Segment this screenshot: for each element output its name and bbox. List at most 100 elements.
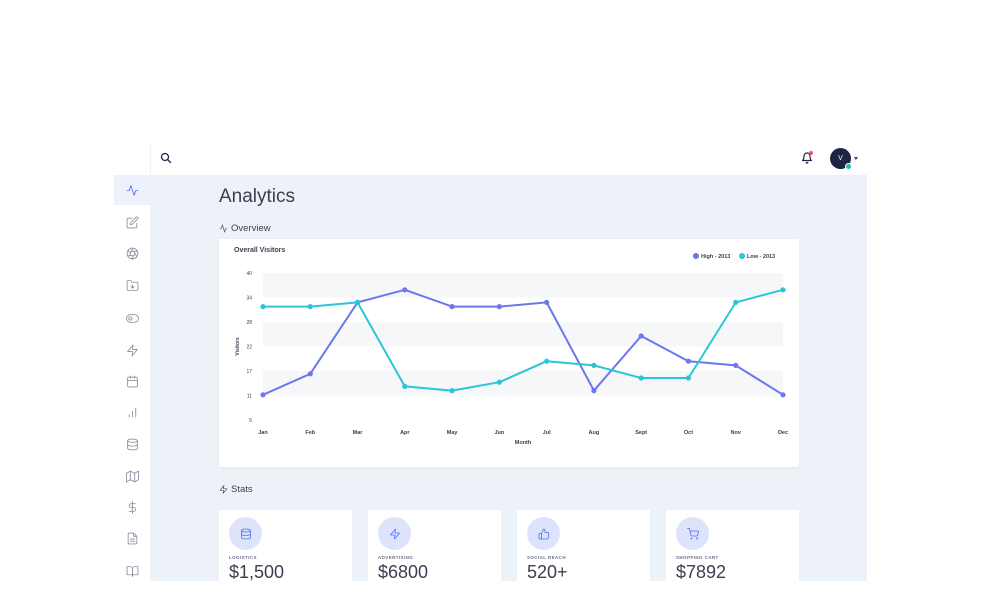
database-icon: [126, 438, 138, 450]
stat-value: $6800: [378, 562, 429, 582]
data-point: [591, 362, 597, 368]
chevron-down-icon[interactable]: [854, 157, 858, 160]
sidebar-item-aperture[interactable]: [117, 238, 147, 268]
legend-label: High - 2013: [701, 254, 730, 260]
data-point: [402, 287, 408, 293]
stat-value: $1,500: [229, 562, 285, 582]
stat-icon-circle: [378, 517, 411, 550]
x-tick-label: Nov: [731, 430, 742, 436]
sidebar-item-activity[interactable]: [114, 175, 150, 205]
x-tick-label: Apr: [400, 430, 410, 436]
stat-card-advertising: ADVERTISING $6800: [368, 510, 501, 590]
file-icon: [127, 532, 137, 544]
x-tick-label: Feb: [305, 430, 315, 436]
sidebar-item-toggle[interactable]: [117, 303, 147, 333]
bar-chart-icon: [128, 407, 136, 417]
sidebar: [114, 142, 151, 581]
book-icon: [126, 565, 138, 577]
y-tick-label: 22: [246, 345, 252, 351]
data-point: [449, 304, 455, 310]
stat-card-shopping-cart: SHOPPING CART $7892: [666, 510, 799, 590]
page-title: Analytics: [219, 186, 296, 207]
chart-card: Overall Visitors 40 34 28 22 17 11 5 Jan Feb Mar A…: [219, 239, 799, 467]
zap-icon: [219, 485, 228, 494]
stat-label: LOGISTICS: [229, 555, 257, 560]
x-tick-label: Jun: [494, 430, 504, 436]
calendar-icon: [126, 375, 138, 387]
stat-icon-circle: [527, 517, 560, 550]
overview-heading: Overview: [219, 223, 271, 234]
data-point: [260, 392, 266, 398]
zap-icon: [389, 528, 400, 539]
edit-icon: [126, 216, 138, 228]
y-axis-title: Visitors: [235, 337, 241, 355]
y-tick-label: 40: [246, 271, 252, 277]
legend-marker: [739, 253, 745, 259]
data-point: [780, 392, 786, 398]
x-tick-label: Dec: [778, 430, 788, 436]
data-point: [496, 379, 502, 385]
sidebar-item-database[interactable]: [117, 429, 147, 459]
grid-band: [263, 371, 783, 396]
x-tick-label: Jan: [258, 430, 268, 436]
legend-label: Low - 2013: [747, 254, 775, 260]
data-point: [638, 375, 644, 381]
stats-heading: Stats: [219, 484, 253, 495]
sidebar-item-dollar[interactable]: [117, 492, 147, 522]
x-tick-label: Jul: [543, 430, 551, 436]
top-bar: V: [151, 142, 867, 176]
toggle-icon: [125, 313, 139, 323]
x-tick-label: Oct: [684, 430, 693, 436]
data-point: [496, 304, 502, 310]
sidebar-item-zap[interactable]: [117, 335, 147, 365]
data-point: [307, 304, 313, 310]
data-point: [449, 388, 455, 394]
sidebar-item-file[interactable]: [117, 523, 147, 553]
line-chart: 40 34 28 22 17 11 5 Jan Feb Mar Apr May Jun Jul Aug Sep…: [235, 253, 788, 446]
data-point: [733, 362, 739, 368]
stat-label: ADVERTISING: [378, 555, 414, 560]
dollar-icon: [128, 500, 136, 514]
sidebar-item-edit[interactable]: [117, 207, 147, 237]
data-point: [354, 299, 361, 305]
data-point: [260, 304, 266, 310]
grid-band: [263, 273, 783, 298]
x-tick-label: May: [447, 430, 459, 436]
sidebar-item-book[interactable]: [117, 556, 147, 586]
y-tick-label: 11: [247, 394, 252, 400]
sidebar-item-map[interactable]: [117, 461, 147, 491]
stat-icon-circle: [229, 517, 262, 550]
sidebar-item-bar-chart[interactable]: [117, 397, 147, 427]
y-tick-label: 17: [246, 369, 252, 375]
avatar-initial: V: [838, 155, 843, 162]
zap-icon: [126, 344, 138, 356]
data-point: [780, 287, 786, 293]
thumbs-up-icon: [538, 528, 549, 539]
stat-value: $7892: [676, 562, 727, 582]
y-tick-label: 34: [246, 296, 252, 302]
notification-badge: [809, 151, 813, 155]
data-point: [685, 375, 692, 381]
folder-icon: [126, 279, 138, 291]
main-content: Analytics Overview Overall Visitors 40 34…: [151, 176, 867, 590]
stat-value: 520+: [527, 562, 568, 582]
data-point: [544, 299, 550, 305]
stat-card-social-reach: SOCIAL REACH 520+: [517, 510, 650, 590]
search-icon[interactable]: [160, 152, 172, 164]
data-point: [544, 358, 550, 364]
database-icon: [240, 528, 251, 539]
stat-icon-circle: [676, 517, 709, 550]
stat-label: SOCIAL REACH: [527, 555, 566, 560]
stats-label: Stats: [231, 484, 253, 495]
data-point: [733, 299, 739, 305]
sidebar-item-folder[interactable]: [117, 270, 147, 300]
data-point: [638, 333, 644, 339]
data-point: [685, 358, 692, 364]
sidebar-item-calendar[interactable]: [117, 366, 147, 396]
shopping-cart-icon: [686, 527, 699, 539]
overview-label: Overview: [231, 223, 271, 234]
x-tick-label: Mar: [353, 430, 364, 436]
y-tick-label: 28: [246, 320, 252, 326]
x-tick-label: Sept: [635, 430, 647, 436]
y-tick-label: 5: [249, 418, 252, 424]
